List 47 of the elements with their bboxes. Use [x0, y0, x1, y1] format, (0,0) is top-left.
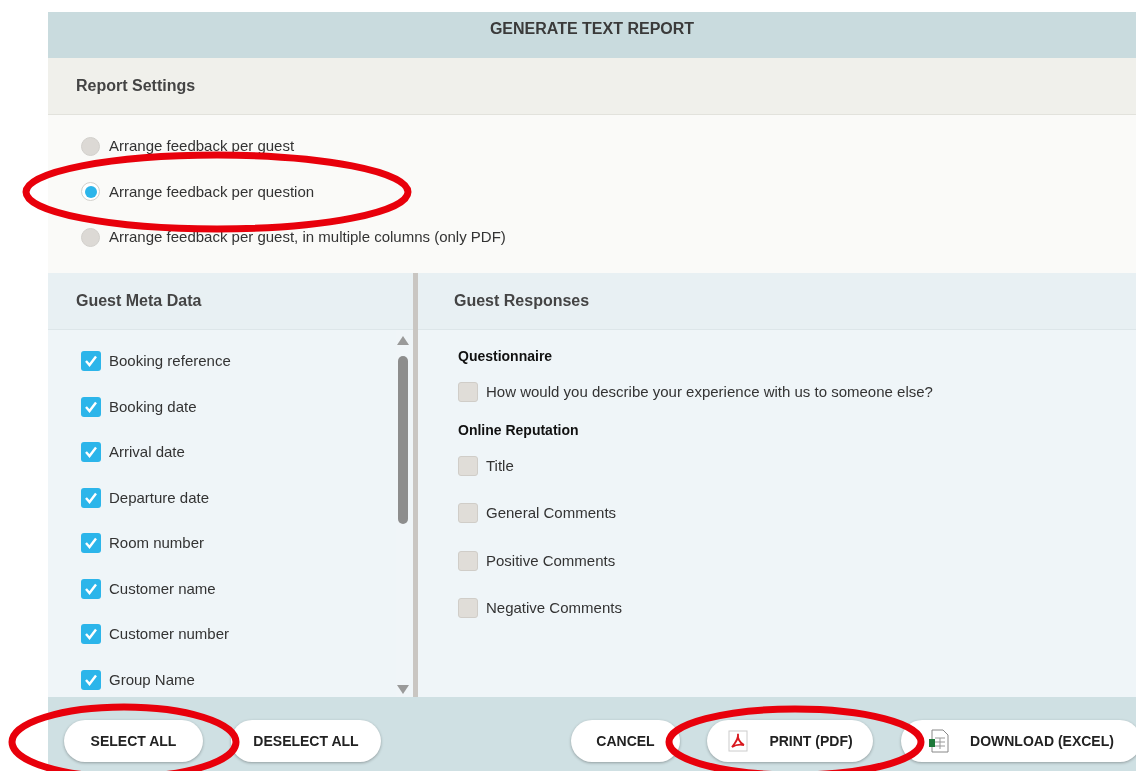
- checkbox[interactable]: [81, 351, 101, 372]
- scroll-up-icon[interactable]: [397, 336, 409, 345]
- checkbox-label: Customer number: [109, 624, 230, 644]
- checkbox[interactable]: [458, 550, 478, 571]
- group-title: Questionnaire: [458, 347, 554, 366]
- checkbox[interactable]: [81, 396, 101, 417]
- scrollbar-thumb[interactable]: [398, 356, 408, 524]
- pdf-icon: [727, 730, 750, 752]
- checkbox-label: Arrival date: [109, 442, 185, 462]
- panel-heading: Guest Meta Data: [76, 291, 202, 311]
- panel-heading: Guest Responses: [454, 291, 590, 311]
- checkbox[interactable]: [81, 624, 101, 645]
- checkbox-label: Title: [486, 455, 514, 476]
- checkbox[interactable]: [81, 669, 101, 690]
- checkbox-label: Group Name: [109, 669, 195, 690]
- checkbox-label: Room number: [109, 533, 205, 553]
- radio-button[interactable]: [81, 182, 100, 202]
- radio-button[interactable]: [81, 136, 100, 156]
- checkbox[interactable]: [81, 533, 101, 554]
- checkbox-label: Departure date: [109, 487, 210, 508]
- checkbox-label: Negative Comments: [486, 598, 622, 618]
- radio-label: Arrange feedback per guest, in multiple columns (only PDF): [109, 227, 506, 247]
- scroll-down-icon[interactable]: [397, 685, 409, 694]
- group-title: Online Reputation: [458, 420, 580, 440]
- checkbox[interactable]: [458, 455, 478, 476]
- section-heading: Report Settings: [76, 76, 196, 96]
- checkbox[interactable]: [458, 598, 478, 619]
- action-button[interactable]: SELECT ALL: [64, 720, 203, 762]
- checkbox-label: General Comments: [486, 503, 617, 523]
- checkbox-label: Positive Comments: [486, 550, 616, 571]
- action-button[interactable]: DOWNLOAD (EXCEL): [901, 720, 1136, 762]
- radio-button[interactable]: [81, 227, 100, 247]
- checkbox-label: Customer name: [109, 578, 216, 599]
- checkbox-label: Booking reference: [109, 351, 231, 371]
- radio-label: Arrange feedback per question: [109, 181, 315, 202]
- radio-label: Arrange feedback per guest: [109, 136, 295, 156]
- action-button[interactable]: PRINT (PDF): [707, 720, 873, 762]
- checkbox[interactable]: [81, 487, 101, 508]
- checkbox[interactable]: [458, 382, 478, 403]
- checkbox-label: Booking date: [109, 396, 197, 417]
- checkbox-label: How would you describe your experience with us to someone else?: [486, 382, 933, 402]
- checkbox[interactable]: [81, 578, 101, 599]
- action-button[interactable]: CANCEL: [571, 720, 680, 762]
- spreadsheet-icon: [928, 729, 951, 753]
- dialog-title: GENERATE TEXT REPORT: [489, 19, 695, 39]
- checkbox[interactable]: [81, 442, 101, 463]
- checkbox[interactable]: [458, 503, 478, 524]
